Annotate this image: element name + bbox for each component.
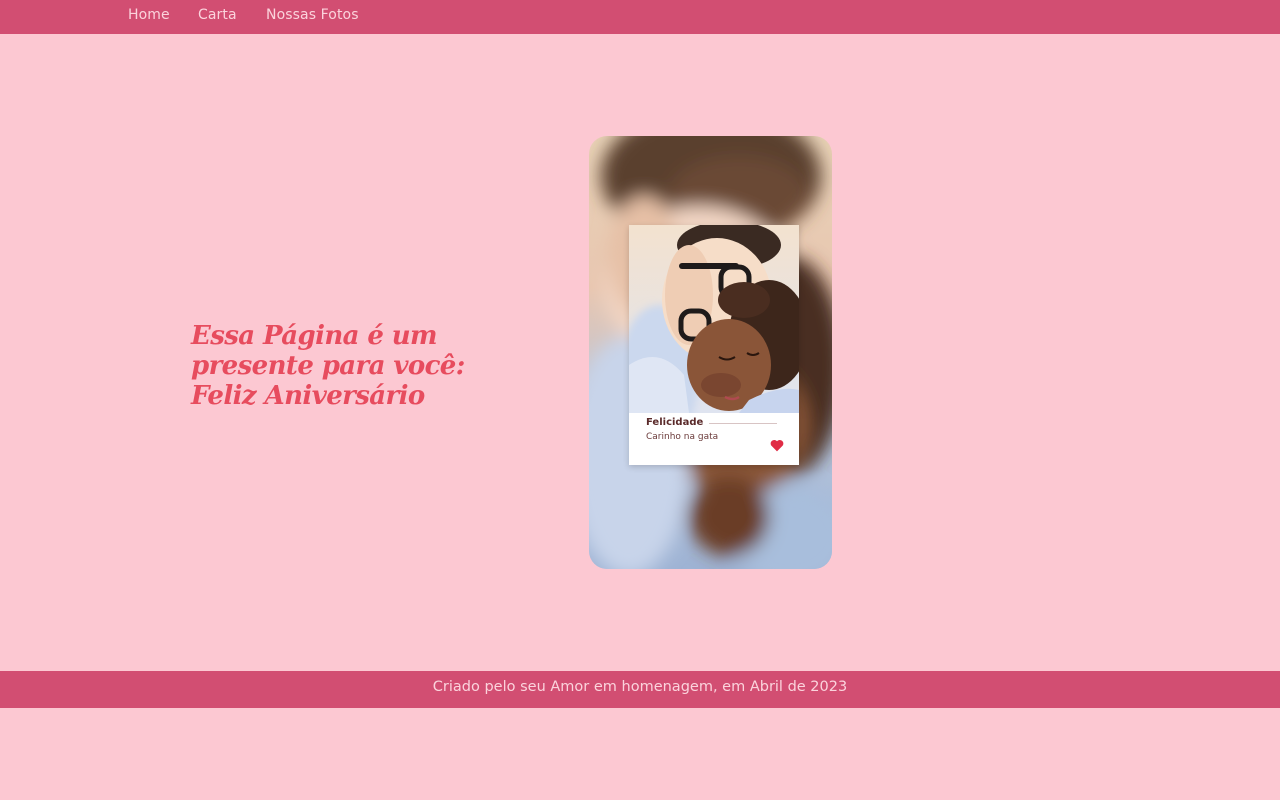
card-divider <box>709 423 777 424</box>
heart-icon <box>770 439 784 452</box>
polaroid-card: Felicidade Carinho na gata <box>629 225 799 465</box>
top-navigation: Home Carta Nossas Fotos <box>0 0 1280 34</box>
nav-link-carta[interactable]: Carta <box>198 7 237 23</box>
card-title: Felicidade <box>646 417 704 428</box>
nav-link-home[interactable]: Home <box>128 7 170 23</box>
footer-text: Criado pelo seu Amor em homenagem, em Ab… <box>432 679 848 695</box>
hero-headline: Essa Página é um presente para você: Fel… <box>191 321 465 411</box>
card-subtitle: Carinho na gata <box>646 432 719 442</box>
nav-link-nossas-fotos[interactable]: Nossas Fotos <box>266 7 359 23</box>
footer-bar: Criado pelo seu Amor em homenagem, em Ab… <box>0 671 1280 708</box>
card-caption: Felicidade Carinho na gata <box>629 413 799 465</box>
couple-photo: Felicidade Carinho na gata <box>589 136 832 569</box>
couple-illustration <box>629 225 799 413</box>
